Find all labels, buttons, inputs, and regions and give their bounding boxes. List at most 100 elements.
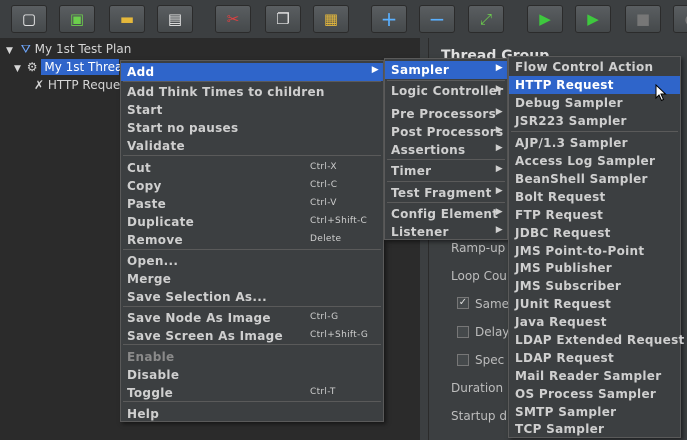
- delay-label: Delay: [475, 325, 510, 339]
- submenu-arrow-icon: ▶: [495, 143, 503, 153]
- submenu-arrow-icon: ▶: [495, 225, 503, 235]
- sampler-item-label: JSR223 Sampler: [515, 114, 627, 128]
- toggle-icon[interactable]: ⤢: [468, 5, 504, 33]
- menu-item-toggle[interactable]: Toggle Ctrl-T: [121, 384, 383, 402]
- templates-icon[interactable]: ▣: [59, 5, 95, 33]
- sampler-item-access-log-sampler[interactable]: Access Log Sampler: [509, 152, 680, 170]
- menu-item-label: Duplicate: [127, 215, 195, 229]
- submenu-item-test-fragment[interactable]: Test Fragment ▶: [385, 184, 507, 202]
- wrench-icon: ✗: [34, 78, 45, 92]
- sampler-item-label: JDBC Request: [515, 226, 611, 240]
- menu-item-save-screen-as-image[interactable]: Save Screen As Image Ctrl+Shift-G: [121, 327, 383, 345]
- sampler-item-beanshell-sampler[interactable]: BeanShell Sampler: [509, 170, 680, 188]
- same-user-checkbox[interactable]: ✓: [457, 297, 469, 309]
- submenu-arrow-icon: ▶: [495, 63, 503, 73]
- sampler-item-ajp-1-3-sampler[interactable]: AJP/1.3 Sampler: [509, 134, 680, 152]
- menu-item-remove[interactable]: Remove Delete: [121, 231, 383, 249]
- sampler-item-mail-reader-sampler[interactable]: Mail Reader Sampler: [509, 367, 680, 385]
- sampler-item-ldap-extended-request[interactable]: LDAP Extended Request: [509, 331, 684, 349]
- sampler-item-jdbc-request[interactable]: JDBC Request: [509, 224, 680, 242]
- new-file-icon[interactable]: ▢: [11, 5, 47, 33]
- menu-item-help[interactable]: Help: [121, 405, 383, 423]
- delay-checkbox[interactable]: [457, 326, 469, 338]
- collapse-arrow-icon[interactable]: ▼: [14, 64, 21, 74]
- submenu-arrow-icon: ▶: [495, 125, 503, 135]
- sampler-item-os-process-sampler[interactable]: OS Process Sampler: [509, 385, 680, 403]
- menu-item-label: Merge: [127, 272, 172, 286]
- sampler-item-tcp-sampler[interactable]: TCP Sampler: [509, 420, 680, 438]
- copy-icon[interactable]: ❐: [265, 5, 301, 33]
- sampler-item-java-request[interactable]: Java Request: [509, 313, 680, 331]
- submenu-item-label: Logic Controller: [391, 84, 504, 98]
- specify-lifetime-checkbox[interactable]: [457, 354, 469, 366]
- sampler-item-smtp-sampler[interactable]: SMTP Sampler: [509, 403, 680, 421]
- sampler-item-jms-publisher[interactable]: JMS Publisher: [509, 259, 680, 277]
- menu-item-duplicate[interactable]: Duplicate Ctrl+Shift-C: [121, 213, 383, 231]
- sampler-item-jms-subscriber[interactable]: JMS Subscriber: [509, 277, 680, 295]
- sampler-item-ldap-request[interactable]: LDAP Request: [509, 349, 680, 367]
- open-folder-icon[interactable]: ▬: [109, 5, 145, 33]
- menu-item-enable[interactable]: Enable: [121, 348, 383, 366]
- expand-icon[interactable]: +: [371, 5, 407, 33]
- menu-item-start[interactable]: Start: [121, 101, 383, 119]
- menu-item-merge[interactable]: Merge: [121, 270, 383, 288]
- sampler-item-label: Debug Sampler: [515, 96, 623, 110]
- sampler-item-jsr223-sampler[interactable]: JSR223 Sampler: [509, 112, 680, 130]
- menu-item-save-node-as-image[interactable]: Save Node As Image Ctrl-G: [121, 309, 383, 327]
- submenu-item-pre-processors[interactable]: Pre Processors ▶: [385, 105, 507, 123]
- submenu-item-post-processors[interactable]: Post Processors ▶: [385, 123, 507, 141]
- menu-item-add-think-times-to-children[interactable]: Add Think Times to children: [121, 83, 383, 101]
- submenu-item-config-element[interactable]: Config Element ▶: [385, 205, 507, 223]
- menu-item-label: Paste: [127, 197, 167, 211]
- stop-icon[interactable]: ■: [625, 5, 661, 33]
- cut-icon[interactable]: ✂: [215, 5, 251, 33]
- paste-icon[interactable]: ▦: [313, 5, 349, 33]
- submenu-item-label: Timer: [391, 164, 432, 178]
- menu-separator: [123, 249, 381, 250]
- start-no-pauses-icon[interactable]: ▶: [575, 5, 611, 33]
- collapse-arrow-icon[interactable]: ▼: [6, 46, 13, 56]
- sampler-item-bolt-request[interactable]: Bolt Request: [509, 188, 680, 206]
- menu-item-label: Start no pauses: [127, 121, 239, 135]
- menu-item-validate[interactable]: Validate: [121, 137, 383, 155]
- context-menu: Add ▶ Add Think Times to children Start Star…: [120, 60, 384, 422]
- menu-item-copy[interactable]: Copy Ctrl-C: [121, 177, 383, 195]
- menu-item-label: Help: [127, 407, 160, 421]
- sampler-item-label: Java Request: [515, 315, 607, 329]
- shutdown-icon[interactable]: ●: [673, 5, 687, 33]
- menu-separator: [511, 131, 678, 132]
- menu-item-start-no-pauses[interactable]: Start no pauses: [121, 119, 383, 137]
- tree-item-thread-group[interactable]: ▼ ⚙ My 1st Threa: [14, 59, 122, 75]
- tree-item-http-request[interactable]: ✗ HTTP Reque: [34, 78, 120, 92]
- menu-item-open[interactable]: Open...: [121, 252, 383, 270]
- menu-item-label: Save Screen As Image: [127, 329, 283, 343]
- duration-label: Duration: [451, 381, 504, 395]
- menu-item-cut[interactable]: Cut Ctrl-X: [121, 159, 383, 177]
- start-icon[interactable]: ▶: [527, 5, 563, 33]
- submenu-item-sampler[interactable]: Sampler ▶: [385, 61, 507, 79]
- submenu-item-assertions[interactable]: Assertions ▶: [385, 141, 507, 159]
- collapse-icon[interactable]: −: [419, 5, 455, 33]
- menu-item-disable[interactable]: Disable: [121, 366, 383, 384]
- sampler-item-flow-control-action[interactable]: Flow Control Action: [509, 58, 680, 76]
- submenu-item-logic-controller[interactable]: Logic Controller ▶: [385, 82, 507, 100]
- submenu-item-timer[interactable]: Timer ▶: [385, 162, 507, 180]
- tree-item-test-plan[interactable]: ▼ ⛛ My 1st Test Plan: [6, 42, 131, 57]
- sampler-item-label: Flow Control Action: [515, 60, 654, 74]
- menu-item-add[interactable]: Add ▶: [121, 63, 383, 81]
- toolbar: ▢ ▣ ▬ ▤ ✂ ❐ ▦ + − ⤢ ▶ ▶ ■ ●: [0, 0, 687, 38]
- gear-icon: ⚙: [26, 60, 38, 74]
- save-icon[interactable]: ▤: [157, 5, 193, 33]
- sampler-item-label: LDAP Request: [515, 351, 614, 365]
- mouse-cursor-icon: [655, 84, 667, 102]
- menu-separator: [387, 181, 505, 182]
- submenu-item-listener[interactable]: Listener ▶: [385, 223, 507, 241]
- sampler-item-ftp-request[interactable]: FTP Request: [509, 206, 680, 224]
- sampler-item-label: OS Process Sampler: [515, 387, 657, 401]
- menu-item-save-selection-as[interactable]: Save Selection As...: [121, 288, 383, 306]
- menu-item-paste[interactable]: Paste Ctrl-V: [121, 195, 383, 213]
- sampler-item-jms-point-to-point[interactable]: JMS Point-to-Point: [509, 242, 680, 260]
- menu-item-label: Save Selection As...: [127, 290, 267, 304]
- sampler-item-junit-request[interactable]: JUnit Request: [509, 295, 680, 313]
- menu-separator: [123, 401, 381, 402]
